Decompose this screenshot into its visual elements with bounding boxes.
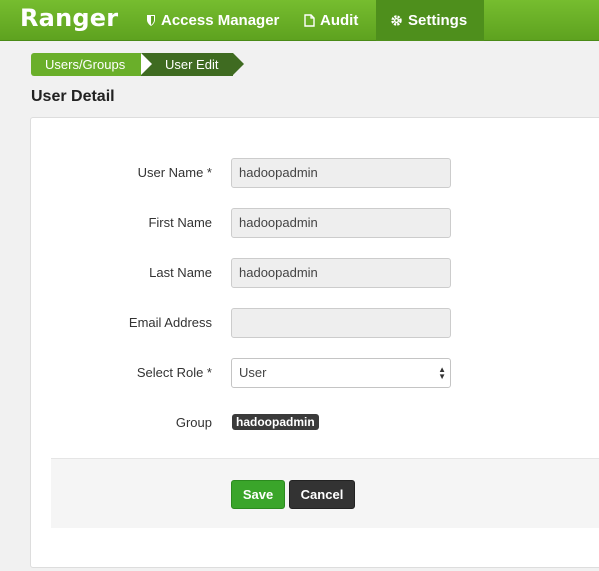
- email-row: Email Address: [31, 308, 599, 338]
- nav-access-manager-label: Access Manager: [161, 12, 280, 29]
- email-label: Email Address: [128, 315, 212, 330]
- user-name-row: User Name * hadoopadmin: [31, 158, 599, 188]
- first-name-label: First Name: [148, 215, 212, 230]
- form-actions: Save Cancel: [51, 458, 599, 528]
- gear-icon: [390, 14, 403, 27]
- role-label: Select Role *: [136, 365, 212, 380]
- brand-logo[interactable]: Ranger: [20, 4, 118, 32]
- nav-settings-label: Settings: [408, 12, 468, 29]
- last-name-row: Last Name hadoopadmin: [31, 258, 599, 288]
- nav-access-manager[interactable]: Access Manager: [132, 0, 293, 41]
- shield-icon: [146, 14, 156, 27]
- user-detail-form: User Name * hadoopadmin First Name hadoo…: [30, 117, 599, 568]
- nav-audit[interactable]: Audit: [290, 0, 372, 41]
- cancel-button[interactable]: Cancel: [289, 480, 355, 509]
- nav-settings[interactable]: Settings: [376, 0, 484, 41]
- top-navbar: Ranger Access Manager Audit Settings: [0, 0, 599, 41]
- page-title: User Detail: [31, 88, 115, 105]
- first-name-input[interactable]: hadoopadmin: [231, 208, 451, 238]
- nav-audit-label: Audit: [320, 12, 359, 29]
- email-input[interactable]: [231, 308, 451, 338]
- breadcrumb-users-groups[interactable]: Users/Groups: [31, 53, 152, 76]
- select-arrows-icon: ▲ ▼: [438, 365, 446, 381]
- file-icon: [304, 14, 315, 27]
- group-badge: hadoopadmin: [232, 414, 319, 430]
- breadcrumb-user-edit: User Edit: [141, 53, 244, 76]
- user-name-input[interactable]: hadoopadmin: [231, 158, 451, 188]
- last-name-label: Last Name: [149, 265, 212, 280]
- group-label: Group: [175, 415, 212, 430]
- user-name-label: User Name *: [137, 165, 212, 180]
- group-row: Group hadoopadmin: [31, 408, 599, 438]
- last-name-input[interactable]: hadoopadmin: [231, 258, 451, 288]
- first-name-row: First Name hadoopadmin: [31, 208, 599, 238]
- save-button[interactable]: Save: [231, 480, 285, 509]
- role-row: Select Role * User ▲ ▼: [31, 358, 599, 388]
- role-select-value: User: [239, 365, 267, 380]
- role-select[interactable]: User ▲ ▼: [231, 358, 451, 388]
